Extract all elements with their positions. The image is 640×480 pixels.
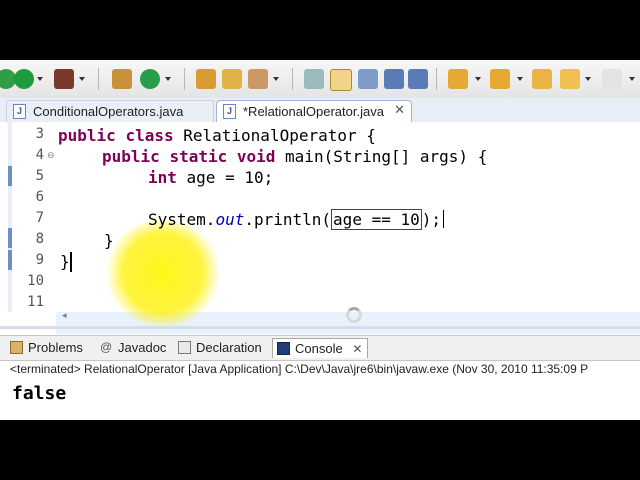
back-icon[interactable] [560, 69, 580, 89]
text-caret [443, 210, 445, 228]
code-line-4: public static void main(String[] args) { [102, 147, 487, 166]
bottom-view-tabs: Problems @ Javadoc Declaration Console ✕ [0, 335, 640, 361]
last-edit-icon[interactable] [532, 69, 552, 89]
external-tools-dropdown-icon[interactable] [78, 69, 86, 89]
back-dropdown-icon[interactable] [584, 69, 592, 89]
line-number: 7 [35, 210, 44, 226]
code-editor[interactable]: 3 4 ⊖ 5 6 7 8 9 10 11 public class Relat… [0, 122, 640, 334]
line-number: 10 [27, 273, 44, 289]
editor-border [0, 326, 640, 329]
line-number: 8 [35, 231, 44, 247]
line-number: 9 [35, 252, 44, 268]
keyword: public [58, 126, 116, 145]
code-text: ); [421, 210, 442, 229]
line-number: 5 [35, 168, 44, 184]
mark-occurrences-icon[interactable] [330, 69, 352, 91]
scroll-left-icon[interactable]: ◂ [62, 310, 67, 321]
next-annotation-icon[interactable] [448, 69, 468, 89]
open-folder-icon[interactable] [222, 69, 242, 89]
previous-annotation-dropdown-icon[interactable] [516, 69, 524, 89]
keyword: public [102, 147, 160, 166]
tab-conditional-operators[interactable]: J ConditionalOperators.java [6, 100, 214, 122]
keyword: class [125, 126, 174, 145]
previous-annotation-icon[interactable] [490, 69, 510, 89]
line-number-gutter: 3 4 ⊖ 5 6 7 8 9 10 11 [12, 122, 56, 312]
code-text: RelationalOperator { [173, 126, 376, 145]
annotation-icon[interactable] [304, 69, 324, 89]
new-dropdown-icon[interactable] [164, 69, 172, 89]
close-icon[interactable]: ✕ [394, 102, 405, 118]
run-dropdown-icon[interactable] [36, 69, 44, 89]
tab-declaration[interactable]: Declaration [174, 338, 266, 358]
code-line-7: System.out.println(age == 10); [148, 209, 445, 230]
text-cursor [70, 252, 72, 272]
main-toolbar [0, 60, 640, 99]
show-whitespace-icon[interactable] [358, 69, 378, 89]
tab-problems[interactable]: Problems [6, 338, 92, 358]
search-dropdown-icon[interactable] [272, 69, 280, 89]
tab-label: Console [295, 341, 343, 356]
code-text: main(String[] args) { [275, 147, 488, 166]
open-type-icon[interactable] [196, 69, 216, 89]
eclipse-window: J ConditionalOperators.java J *Relationa… [0, 60, 640, 420]
next-annotation-dropdown-icon[interactable] [474, 69, 482, 89]
selected-expression: age == 10 [331, 209, 422, 230]
tab-javadoc[interactable]: @ Javadoc [96, 338, 170, 358]
tab-label: ConditionalOperators.java [33, 104, 184, 119]
tab-relational-operator[interactable]: J *RelationalOperator.java ✕ [216, 100, 412, 122]
close-icon[interactable]: ✕ [352, 342, 362, 356]
line-number: 3 [35, 126, 44, 142]
forward-icon[interactable] [602, 69, 622, 89]
line-number: 11 [27, 294, 44, 310]
code-line-5: int age = 10; [148, 168, 273, 187]
java-file-icon: J [13, 104, 26, 119]
declaration-icon [178, 341, 191, 354]
block-selection-icon[interactable] [384, 69, 404, 89]
code-text: .println( [244, 210, 332, 229]
static-field: out [215, 210, 245, 229]
tab-label: *RelationalOperator.java [243, 104, 384, 119]
keyword: static [169, 147, 228, 166]
line-number: 6 [35, 189, 44, 205]
tab-label: Problems [28, 340, 83, 355]
busy-spinner-icon [346, 307, 362, 323]
problems-icon [10, 341, 23, 354]
run-icon[interactable] [14, 69, 34, 89]
java-file-icon: J [223, 104, 236, 119]
collapse-icon[interactable]: ⊖ [47, 150, 55, 161]
search-icon[interactable] [248, 69, 268, 89]
console-output: false [12, 383, 67, 404]
editor-tab-bar: J ConditionalOperators.java J *Relationa… [0, 98, 640, 123]
code-line-8: } [104, 231, 114, 250]
code-line-9: } [60, 252, 70, 271]
keyword: void [236, 147, 276, 166]
tab-label: Javadoc [118, 340, 167, 355]
external-tools-icon[interactable] [54, 69, 74, 89]
console-icon [277, 342, 290, 355]
paragraph-icon[interactable] [408, 69, 428, 89]
console-status: <terminated> RelationalOperator [Java Ap… [10, 362, 589, 376]
tab-console[interactable]: Console ✕ [272, 338, 368, 358]
tab-label: Declaration [196, 340, 262, 355]
code-text: System. [148, 210, 216, 229]
code-text: age = 10; [176, 168, 274, 187]
forward-dropdown-icon[interactable] [628, 69, 636, 89]
new-class-icon[interactable] [140, 69, 160, 89]
keyword: int [148, 168, 177, 187]
code-line-3: public class RelationalOperator { [58, 126, 376, 145]
cursor-highlight [104, 220, 222, 326]
new-package-icon[interactable] [112, 69, 132, 89]
javadoc-icon: @ [100, 340, 113, 354]
line-number: 4 [35, 147, 44, 163]
